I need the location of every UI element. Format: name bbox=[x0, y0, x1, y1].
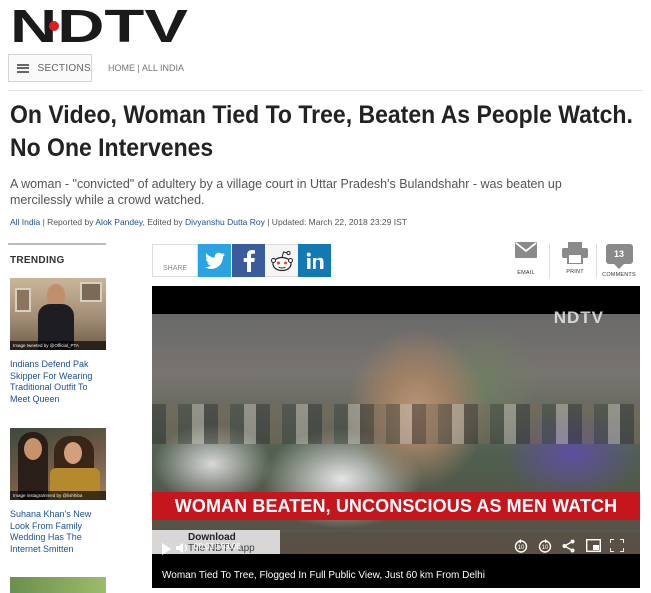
share-icon[interactable] bbox=[562, 539, 575, 553]
breadcrumb[interactable]: HOME | ALL INDIA bbox=[108, 63, 184, 73]
rewind-10-icon[interactable]: 10 bbox=[514, 539, 528, 553]
linkedin-icon bbox=[306, 252, 323, 269]
print-button[interactable]: PRINT bbox=[553, 242, 597, 282]
sections-menu-button[interactable]: SECTIONS bbox=[8, 54, 92, 82]
article-byline: All India | Reported by Alok Pandey, Edi… bbox=[10, 217, 407, 227]
reported-by-text: | Reported by bbox=[40, 217, 96, 227]
updated-timestamp: | Updated: March 22, 2018 23:29 IST bbox=[264, 217, 407, 227]
trending-thumbnail-3[interactable] bbox=[10, 577, 106, 593]
video-player[interactable]: NDTV WOMAN BEATEN, UNCONSCIOUS AS MEN WA… bbox=[152, 286, 640, 588]
facebook-icon bbox=[243, 249, 255, 272]
ndtv-logo[interactable]: NDTV bbox=[10, 6, 190, 48]
article-headline: On Video, Woman Tied To Tree, Beaten As … bbox=[10, 101, 633, 162]
edited-by-text: , Edited by bbox=[142, 217, 186, 227]
sections-label: SECTIONS bbox=[37, 62, 91, 74]
reddit-share-button[interactable] bbox=[265, 244, 298, 277]
news-ticker-banner: WOMAN BEATEN, UNCONSCIOUS AS MEN WATCH bbox=[152, 492, 640, 520]
comment-count: 13 bbox=[613, 249, 624, 259]
header-divider bbox=[8, 90, 643, 91]
action-divider bbox=[549, 244, 550, 278]
printer-icon bbox=[562, 242, 588, 264]
image-credit: Image instagrammed by @lishhiba bbox=[10, 491, 106, 500]
trending-thumbnail-2[interactable]: Image instagrammed by @lishhiba bbox=[10, 428, 106, 500]
channel-watermark: NDTV bbox=[553, 308, 604, 327]
svg-text:10: 10 bbox=[518, 545, 525, 551]
trending-heading: TRENDING bbox=[10, 255, 65, 266]
picture-in-picture-icon[interactable] bbox=[586, 539, 601, 552]
trending-divider bbox=[8, 243, 106, 245]
twitter-icon bbox=[204, 252, 225, 269]
article-summary: A woman - "convicted" of adultery by a v… bbox=[10, 177, 562, 207]
fullscreen-icon[interactable] bbox=[610, 539, 624, 552]
trending-item-link[interactable]: Indians Defend Pak Skipper For Wearing T… bbox=[10, 359, 106, 405]
trending-item-link[interactable]: Suhana Khan's New Look From Family Weddi… bbox=[10, 509, 106, 555]
hamburger-icon bbox=[17, 63, 30, 73]
twitter-share-button[interactable] bbox=[198, 244, 231, 277]
forward-10-icon[interactable]: 10 bbox=[538, 539, 552, 553]
play-icon[interactable] bbox=[162, 543, 171, 555]
print-label: PRINT bbox=[566, 269, 584, 275]
reddit-icon bbox=[270, 250, 293, 271]
share-label: SHARE bbox=[152, 244, 198, 277]
image-credit: Image tweeted by @Official_PTA bbox=[10, 341, 106, 350]
category-link[interactable]: All India bbox=[10, 217, 40, 227]
logo-red-dot bbox=[49, 21, 59, 31]
editor-link[interactable]: Divyanshu Dutta Roy bbox=[185, 217, 265, 227]
linkedin-share-button[interactable] bbox=[298, 244, 331, 277]
svg-text:10: 10 bbox=[542, 545, 549, 551]
wall-frame bbox=[80, 282, 102, 302]
facebook-share-button[interactable] bbox=[232, 244, 265, 277]
video-caption: Woman Tied To Tree, Flogged In Full Publ… bbox=[162, 570, 485, 581]
envelope-icon bbox=[515, 242, 537, 258]
comment-bubble-icon: 13 bbox=[605, 244, 633, 269]
comments-label: COMMENTS bbox=[602, 272, 636, 278]
video-time: 00:02 / 03:06 bbox=[194, 542, 241, 551]
trending-thumbnail-1[interactable]: Image tweeted by @Official_PTA bbox=[10, 278, 106, 350]
email-label: EMAIL bbox=[517, 270, 535, 276]
volume-icon[interactable] bbox=[176, 542, 188, 554]
comments-button[interactable]: 13 COMMENTS bbox=[597, 242, 641, 282]
email-button[interactable]: EMAIL bbox=[504, 242, 548, 282]
wall-frame bbox=[15, 288, 31, 312]
reporter-link[interactable]: Alok Pandey bbox=[95, 217, 142, 227]
svg-text:NDTV: NDTV bbox=[10, 6, 188, 48]
